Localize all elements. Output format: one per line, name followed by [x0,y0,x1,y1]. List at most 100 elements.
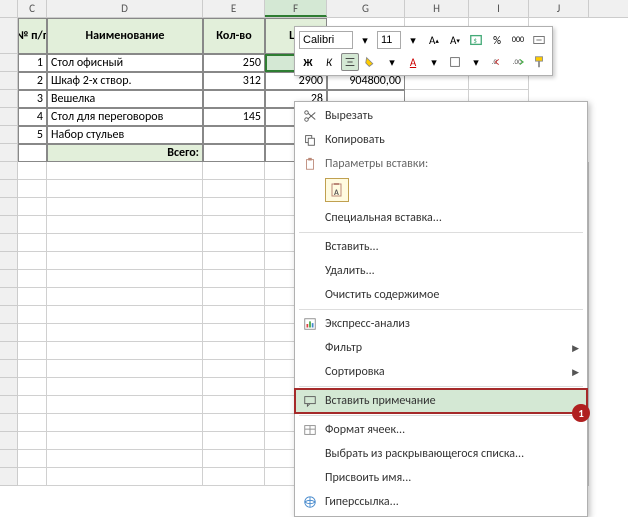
cell[interactable] [203,468,265,486]
cell[interactable] [203,432,265,450]
row-number[interactable] [0,432,18,450]
col-header-c[interactable]: C [18,0,47,17]
menu-copy[interactable]: Копировать [295,128,587,152]
corner-cell[interactable] [0,0,18,17]
cell[interactable] [203,270,265,288]
increase-decimal-icon[interactable]: .00 [509,53,527,71]
cell[interactable] [203,378,265,396]
cell[interactable] [18,216,47,234]
cell[interactable] [47,270,203,288]
cell-name[interactable]: Вешелка [47,90,203,108]
col-header-j[interactable]: J [529,0,589,17]
cell[interactable] [47,342,203,360]
cell[interactable] [18,414,47,432]
row-number[interactable] [0,468,18,486]
row-number[interactable] [0,252,18,270]
increase-font-icon[interactable]: A▴ [425,31,443,49]
cell[interactable] [203,162,265,180]
cell-num[interactable]: 5 [18,126,47,144]
row-number[interactable] [0,360,18,378]
totals-label[interactable]: Всего: [47,144,203,162]
cell-qty[interactable]: 250 [203,54,265,72]
cell-name[interactable]: Стол для переговоров [47,108,203,126]
decrease-decimal-icon[interactable]: .0 [488,53,506,71]
col-header-i[interactable]: I [469,0,529,17]
cell[interactable] [47,306,203,324]
cell[interactable] [47,216,203,234]
row-number[interactable] [0,162,18,180]
cell[interactable] [203,198,265,216]
row-number[interactable] [0,288,18,306]
cell[interactable] [18,252,47,270]
accounting-format-icon[interactable]: $ [467,31,485,49]
cell-qty[interactable]: 145 [203,108,265,126]
cell[interactable] [203,144,265,162]
cell-name[interactable]: Стол офисный [47,54,203,72]
row-number[interactable] [0,72,18,90]
font-color-icon[interactable]: A [404,53,422,71]
row-number[interactable] [0,378,18,396]
cell[interactable] [47,252,203,270]
menu-paste-special[interactable]: Специальная вставка... [295,206,587,230]
col-header-e[interactable]: E [203,0,265,17]
cell[interactable] [18,342,47,360]
menu-delete[interactable]: Удалить... [295,259,587,283]
cell-qty[interactable] [203,90,265,108]
menu-cut[interactable]: Вырезать [295,104,587,128]
row-number[interactable] [0,144,18,162]
header-qty[interactable]: Кол-во [203,18,265,54]
menu-sort[interactable]: Сортировка ▶ [295,360,587,384]
borders-icon[interactable] [446,53,464,71]
cell[interactable] [203,414,265,432]
cell[interactable] [47,450,203,468]
italic-button[interactable]: К [320,53,338,71]
font-name-input[interactable] [299,31,353,49]
col-header-f[interactable]: F [265,0,327,17]
font-size-input[interactable] [377,31,401,49]
cell[interactable] [18,324,47,342]
cell[interactable] [18,378,47,396]
cell-num[interactable]: 3 [18,90,47,108]
cell[interactable] [18,234,47,252]
cell-qty[interactable]: 312 [203,72,265,90]
cell[interactable] [18,144,47,162]
menu-insert-comment[interactable]: Вставить примечание [295,389,587,413]
row-number[interactable] [0,18,18,54]
cell[interactable] [18,360,47,378]
col-header-h[interactable]: H [405,0,469,17]
cell[interactable] [47,288,203,306]
row-number[interactable] [0,396,18,414]
comma-style-icon[interactable]: 000 [509,31,527,49]
cell-name[interactable]: Шкаф 2-х створ. [47,72,203,90]
cell[interactable] [47,360,203,378]
fontcolor-dropdown-icon[interactable]: ▾ [425,53,443,71]
row-number[interactable] [0,450,18,468]
cell[interactable] [18,468,47,486]
cell-num[interactable]: 2 [18,72,47,90]
format-painter-icon[interactable] [530,53,548,71]
percent-icon[interactable]: % [488,31,506,49]
cell[interactable] [18,270,47,288]
cell[interactable] [203,306,265,324]
cell-qty[interactable] [203,126,265,144]
col-header-d[interactable]: D [47,0,203,17]
cell-name[interactable]: Набор стульев [47,126,203,144]
decrease-font-icon[interactable]: A▾ [446,31,464,49]
cell[interactable] [18,162,47,180]
cell-num[interactable]: 1 [18,54,47,72]
cell[interactable] [203,234,265,252]
cell[interactable] [203,342,265,360]
cell[interactable] [47,324,203,342]
row-number[interactable] [0,108,18,126]
cell[interactable] [18,306,47,324]
cell[interactable] [203,288,265,306]
font-dropdown-icon[interactable]: ▾ [356,31,374,49]
row-number[interactable] [0,54,18,72]
merge-center-icon[interactable] [530,31,548,49]
menu-quick-analysis[interactable]: Экспресс-анализ [295,312,587,336]
row-number[interactable] [0,198,18,216]
cell[interactable] [47,396,203,414]
header-num[interactable]: № п/п [18,18,47,54]
menu-clear-contents[interactable]: Очистить содержимое [295,283,587,307]
cell[interactable] [203,324,265,342]
